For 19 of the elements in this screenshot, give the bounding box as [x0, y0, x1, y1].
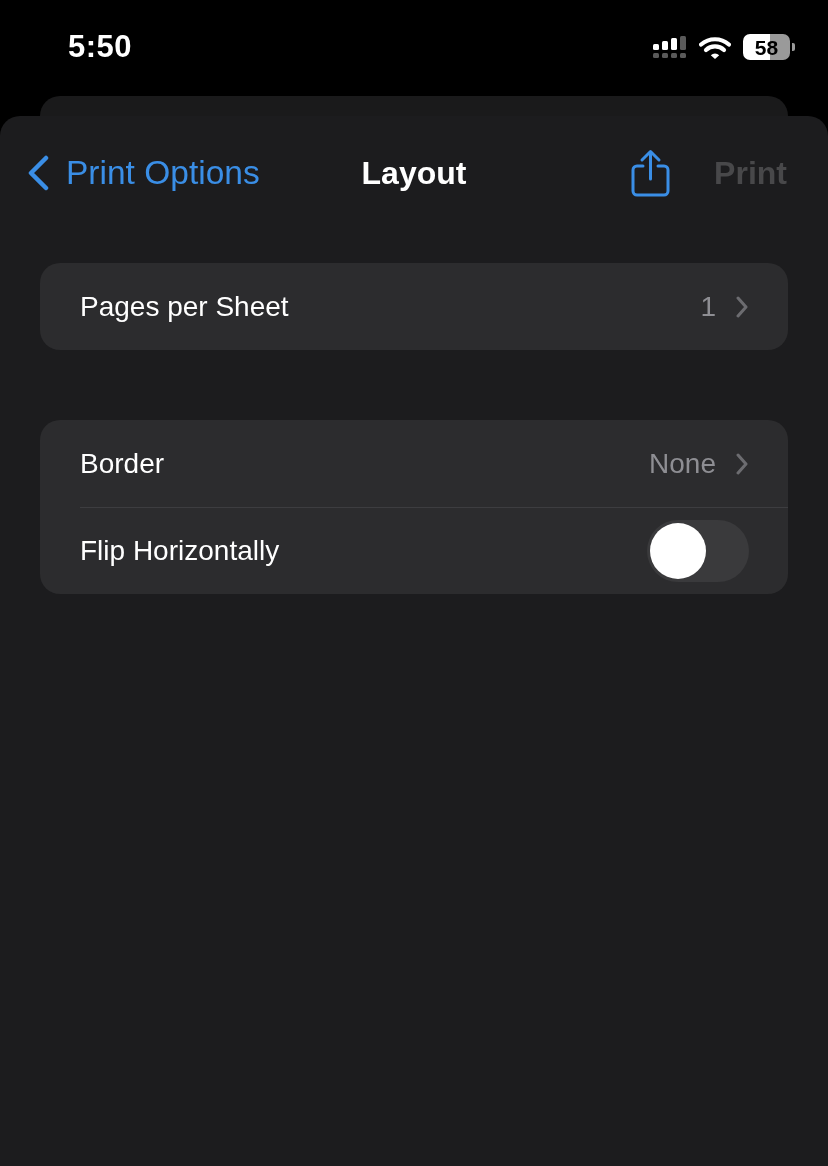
battery-indicator: 58 [743, 34, 795, 60]
signal-icon [653, 36, 687, 58]
row-label: Flip Horizontally [80, 534, 280, 567]
status-time: 5:50 [68, 29, 133, 65]
wifi-icon [699, 35, 731, 59]
toggle-knob [650, 522, 706, 579]
row-value: 1 [700, 290, 716, 323]
row-label: Pages per Sheet [80, 290, 289, 323]
back-chevron-icon [26, 155, 50, 191]
chevron-right-icon [736, 295, 748, 318]
nav-title: Layout [361, 154, 467, 192]
back-button[interactable]: Print Options [0, 154, 260, 192]
row-label: Border [80, 447, 165, 480]
row-value: None [649, 447, 716, 480]
share-button[interactable] [631, 149, 671, 197]
settings-row[interactable]: Border None [40, 420, 788, 507]
share-icon [631, 149, 671, 197]
chevron-right-icon [736, 452, 748, 475]
settings-row[interactable]: Pages per Sheet 1 [40, 263, 788, 350]
